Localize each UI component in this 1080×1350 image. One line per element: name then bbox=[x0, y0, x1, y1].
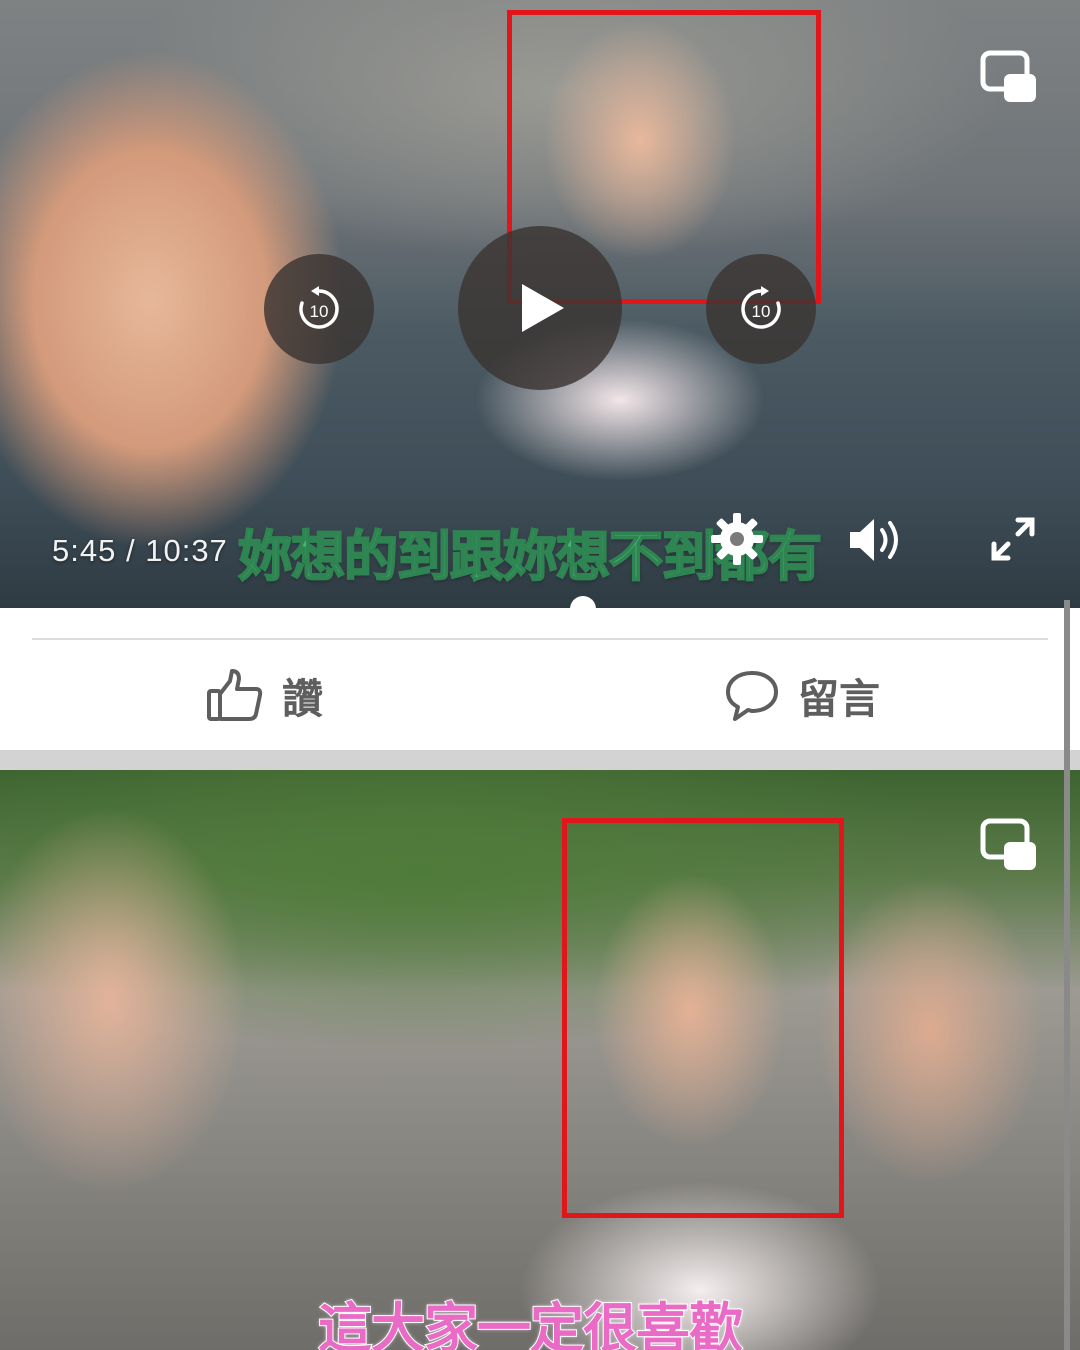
thumbs-up-icon bbox=[207, 669, 263, 721]
video-subtitle-bottom: 這大家一定很喜歡 bbox=[317, 1296, 744, 1350]
video-player-bottom[interactable]: 這大家一定很喜歡 bbox=[0, 770, 1080, 1350]
svg-text:10: 10 bbox=[752, 302, 771, 321]
rewind-icon: 10 bbox=[299, 286, 339, 329]
comment-bubble-icon bbox=[726, 671, 778, 721]
picture-in-picture-icon[interactable] bbox=[980, 818, 1038, 872]
fast-forward-icon: 10 bbox=[741, 286, 781, 329]
comment-button[interactable]: 留言 bbox=[724, 664, 880, 726]
scrollbar[interactable] bbox=[1064, 600, 1070, 1350]
like-button[interactable]: 讚 bbox=[206, 664, 323, 726]
fullscreen-icon[interactable] bbox=[988, 514, 1038, 564]
picture-in-picture-icon[interactable] bbox=[980, 50, 1038, 104]
video-player-top[interactable]: 10 10 5:45 / 10:37 妳想的到跟妳想不到都有 bbox=[0, 0, 1080, 608]
like-label: 讚 bbox=[282, 675, 323, 723]
forward-10-button[interactable]: 10 bbox=[706, 254, 816, 364]
feed-separator bbox=[0, 750, 1080, 770]
seek-handle[interactable] bbox=[570, 596, 596, 608]
video-timecode: 5:45 / 10:37 bbox=[52, 533, 228, 569]
post-action-bar: 讚 留言 bbox=[0, 608, 1080, 750]
divider bbox=[32, 638, 1048, 640]
duration: 10:37 bbox=[145, 533, 228, 568]
rewind-10-button[interactable]: 10 bbox=[264, 254, 374, 364]
comment-label: 留言 bbox=[798, 675, 880, 723]
current-time: 5:45 bbox=[52, 533, 117, 568]
red-highlight-box bbox=[562, 818, 844, 1218]
play-icon bbox=[522, 284, 564, 332]
play-button[interactable] bbox=[458, 226, 622, 390]
volume-icon[interactable] bbox=[846, 512, 906, 568]
settings-gear-icon[interactable] bbox=[708, 510, 766, 568]
time-separator: / bbox=[125, 533, 136, 568]
svg-text:10: 10 bbox=[310, 302, 329, 321]
